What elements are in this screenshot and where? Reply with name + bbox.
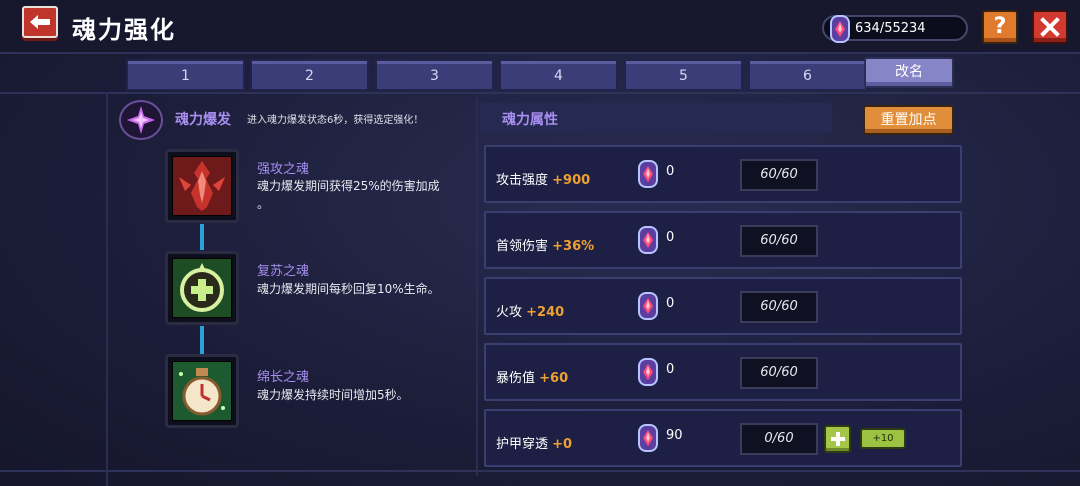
attribute-label: 暴伤值 +60 [496,367,568,386]
tab-6[interactable]: 6 [748,59,867,91]
attribute-cost: 0 [666,296,675,311]
attribute-cost: 0 [666,362,675,377]
tab-5[interactable]: 5 [624,59,743,91]
attribute-level: 60/60 [740,159,818,191]
attribute-label: 攻击强度 +900 [496,169,590,188]
attribute-row: 护甲穿透 +0 90 0/60 +10 [484,409,962,467]
attribute-bonus: +60 [539,371,569,386]
skill-desc-3: 魂力爆发持续时间增加5秒。 [257,388,409,402]
attribute-label: 首领伤害 +36% [496,235,594,254]
soul-burst-glyph [127,106,155,134]
attribute-name: 首领伤害 [496,239,549,254]
attribute-level: 60/60 [740,225,818,257]
burst-title: 魂力爆发 [175,112,231,128]
attribute-level: 0/60 [740,423,818,455]
tab-2[interactable]: 2 [250,59,369,91]
divider [0,92,1080,94]
currency-display: 634/55234 [822,15,968,43]
reset-points-button[interactable]: 重置加点 [863,105,954,135]
attribute-name: 攻击强度 [496,173,549,188]
soul-gem-icon [638,160,658,188]
attribute-cost: 0 [666,230,675,245]
skill-desc-1: 魂力爆发期间获得25%的伤害加成 。 [257,177,471,213]
divider [106,92,108,486]
attribute-cost: 0 [666,164,675,179]
skill-name-2: 复苏之魂 [257,264,310,279]
burst-description: 进入魂力爆发状态6秒，获得选定强化！ [247,115,424,126]
attributes-title: 魂力属性 [502,112,558,128]
soul-gem-icon [638,358,658,386]
attribute-row: 首领伤害 +36% 0 60/60 [484,211,962,269]
red-claw-icon [172,156,232,216]
soul-gem-icon [830,15,850,43]
green-heal-icon [172,258,232,318]
attribute-row: 暴伤值 +60 0 60/60 [484,343,962,401]
attribute-bonus: +36% [552,239,595,254]
divider [0,470,1080,472]
skill-desc-2: 魂力爆发期间每秒回复10%生命。 [257,282,440,296]
skill-desc-line: 。 [257,197,270,211]
attribute-bonus: +0 [552,437,573,452]
attribute-bonus: +900 [552,173,591,188]
soul-gem-icon [638,424,658,452]
skill-slot-1[interactable] [165,149,239,223]
tab-1[interactable]: 1 [126,59,245,91]
close-icon [1040,17,1060,37]
attribute-name: 火攻 [496,305,523,320]
close-button[interactable] [1032,10,1068,44]
attribute-cost: 90 [666,428,683,443]
plus-icon [830,432,845,446]
attribute-row: 攻击强度 +900 0 60/60 [484,145,962,203]
help-button[interactable]: ? [982,10,1018,44]
attribute-name: 护甲穿透 [496,437,549,452]
page-title: 魂力强化 [72,16,176,44]
skill-desc-line: 魂力爆发期间获得25%的伤害加成 [257,179,440,193]
attribute-name: 暴伤值 [496,371,536,386]
attribute-label: 火攻 +240 [496,301,564,320]
tab-3[interactable]: 3 [375,59,494,91]
skill-connector [200,326,204,354]
add-ten-points-button[interactable]: +10 [860,428,906,449]
attribute-level: 60/60 [740,291,818,323]
attribute-bonus: +240 [526,305,565,320]
back-button[interactable] [22,6,58,38]
currency-value: 634/55234 [855,21,926,36]
skill-name-1: 强攻之魂 [257,162,310,177]
clock-potion-icon [172,361,232,421]
skill-name-3: 绵长之魂 [257,370,310,385]
attribute-level: 60/60 [740,357,818,389]
rename-button[interactable]: 改名 [864,57,954,88]
tab-4[interactable]: 4 [499,59,618,91]
skill-connector [200,224,204,250]
skill-slot-2[interactable] [165,251,239,325]
soul-gem-icon [638,226,658,254]
add-point-button[interactable] [824,425,851,453]
skill-slot-3[interactable] [165,354,239,428]
soul-burst-icon[interactable] [119,100,163,140]
top-bar: 魂力强化 634/55234 ? [0,0,1080,54]
soul-gem-icon [638,292,658,320]
divider [476,98,478,476]
attribute-label: 护甲穿透 +0 [496,433,572,452]
arrow-left-icon [30,15,50,29]
attribute-row: 火攻 +240 0 60/60 [484,277,962,335]
attributes-header: 魂力属性 [480,103,832,133]
